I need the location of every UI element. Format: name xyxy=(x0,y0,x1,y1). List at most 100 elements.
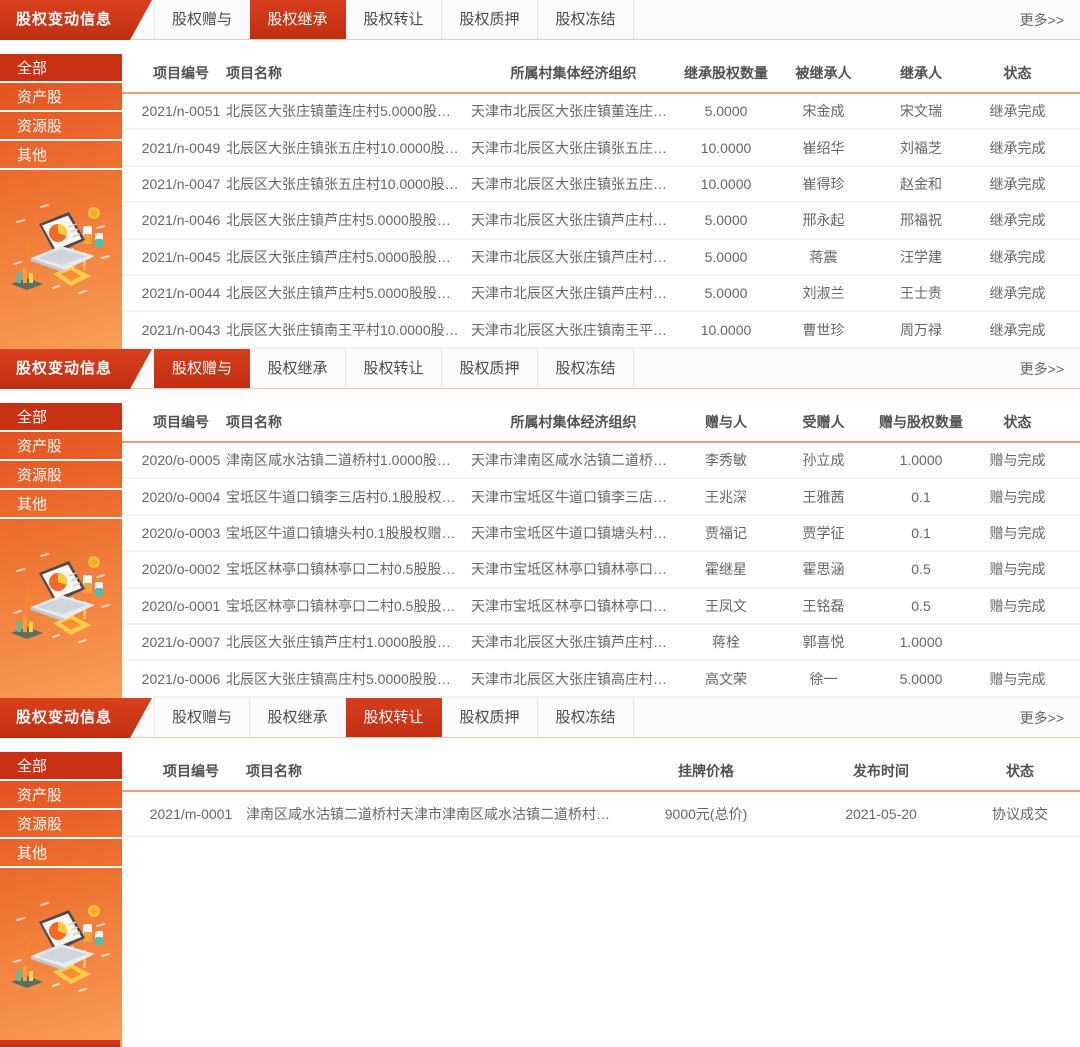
tab-equity-gift[interactable]: 股权赠与 xyxy=(154,0,250,39)
more-link[interactable]: 更多>> xyxy=(1020,698,1080,737)
table-cell: 0.1 xyxy=(871,489,971,505)
table-cell: 孙立成 xyxy=(776,450,871,470)
column-header: 项目编号 xyxy=(136,412,226,432)
table-row[interactable]: 2021/o-0006北辰区大张庄镇高庄村5.0000股股权赠与...天津市北辰… xyxy=(122,661,1080,697)
table-row[interactable]: 2021/n-0045北辰区大张庄镇芦庄村5.0000股股权继承...天津市北辰… xyxy=(122,240,1080,276)
table-cell: 津南区咸水沽镇二道桥村天津市津南区咸水沽镇二道桥村股份经... xyxy=(246,804,626,824)
table-row[interactable]: 2021/n-0043北辰区大张庄镇南王平村10.0000股股权继...天津市北… xyxy=(122,312,1080,348)
section-gap xyxy=(0,738,1080,752)
tab-equity-inherit[interactable]: 股权继承 xyxy=(250,698,346,737)
table-cell: 徐一 xyxy=(776,669,871,689)
sidebar-item-asset-shares[interactable]: 资产股 xyxy=(0,83,122,112)
section-gap xyxy=(0,40,1080,54)
equity-change-section: 股权变动信息 股权赠与股权继承股权转让股权质押股权冻结 更多>> 全部资产股资源… xyxy=(0,0,1080,349)
table-cell: 天津市北辰区大张庄镇张五庄村股... xyxy=(471,174,676,194)
laptop-charts-illustration xyxy=(9,549,113,649)
table-row[interactable]: 2020/o-0005津南区咸水沽镇二道桥村1.0000股股权赠...天津市津南… xyxy=(122,443,1080,479)
sidebar-item-other[interactable]: 其他 xyxy=(0,839,122,868)
tab-equity-pledge[interactable]: 股权质押 xyxy=(442,0,538,39)
tab-list: 股权赠与股权继承股权转让股权质押股权冻结 xyxy=(154,0,634,39)
table-header-row: 项目编号项目名称所属村集体经济组织赠与人受赠人赠与股权数量状态 xyxy=(122,403,1080,443)
sidebar-item-other[interactable]: 其他 xyxy=(0,141,122,170)
sidebar-item-asset-shares[interactable]: 资产股 xyxy=(0,781,122,810)
tab-equity-gift[interactable]: 股权赠与 xyxy=(154,698,250,737)
banner-title: 股权变动信息 xyxy=(16,360,112,377)
table-cell: 1.0000 xyxy=(871,452,971,468)
table-cell: 继承完成 xyxy=(971,138,1064,158)
more-link[interactable]: 更多>> xyxy=(1020,0,1080,39)
table-cell: 津南区咸水沽镇二道桥村1.0000股股权赠... xyxy=(226,450,471,470)
table-row[interactable]: 2021/m-0001津南区咸水沽镇二道桥村天津市津南区咸水沽镇二道桥村股份经.… xyxy=(122,792,1080,837)
category-list: 全部资产股资源股其他 xyxy=(0,54,122,170)
table-cell: 天津市北辰区大张庄镇芦庄村股份... xyxy=(471,210,676,230)
column-header: 项目名称 xyxy=(226,63,471,83)
data-table: 项目编号项目名称所属村集体经济组织继承股权数量被继承人继承人状态 2021/n-… xyxy=(122,54,1080,349)
sidebar-item-all[interactable]: 全部 xyxy=(0,752,122,781)
tab-equity-transfer[interactable]: 股权转让 xyxy=(346,349,442,388)
sidebar-item-all[interactable]: 全部 xyxy=(0,54,122,83)
section-banner: 股权变动信息 xyxy=(0,698,152,738)
table-cell: 蒋栓 xyxy=(676,632,776,652)
page-root: 股权变动信息 股权赠与股权继承股权转让股权质押股权冻结 更多>> 全部资产股资源… xyxy=(0,0,1080,1047)
tab-equity-pledge[interactable]: 股权质押 xyxy=(442,698,538,737)
tab-equity-freeze[interactable]: 股权冻结 xyxy=(538,349,634,388)
table-header-row: 项目编号项目名称所属村集体经济组织继承股权数量被继承人继承人状态 xyxy=(122,54,1080,94)
sidebar-item-asset-shares[interactable]: 资产股 xyxy=(0,432,122,461)
table-cell: 继承完成 xyxy=(971,247,1064,267)
table-row[interactable]: 2021/n-0044北辰区大张庄镇芦庄村5.0000股股权继承...天津市北辰… xyxy=(122,276,1080,312)
table-cell: 天津市宝坻区牛道口镇塘头村股份... xyxy=(471,523,676,543)
tab-equity-transfer[interactable]: 股权转让 xyxy=(346,0,442,39)
table-cell: 宝坻区林亭口镇林亭口二村0.5股股权赠与... xyxy=(226,596,471,616)
column-header: 发布时间 xyxy=(786,761,976,781)
sidebar-item-resource-shares[interactable]: 资源股 xyxy=(0,112,122,141)
table-cell: 宝坻区牛道口镇李三店村0.1股股权赠与项目 xyxy=(226,487,471,507)
column-header: 状态 xyxy=(976,761,1064,781)
table-cell: 王铭磊 xyxy=(776,596,871,616)
tab-equity-transfer[interactable]: 股权转让 xyxy=(346,698,442,737)
table-cell: 0.5 xyxy=(871,561,971,577)
table-cell: 赠与完成 xyxy=(971,450,1064,470)
laptop-charts-illustration xyxy=(9,898,113,998)
table-cell: 贾学征 xyxy=(776,523,871,543)
sidebar-item-other[interactable]: 其他 xyxy=(0,490,122,519)
table-cell: 1.0000 xyxy=(871,634,971,650)
tab-equity-freeze[interactable]: 股权冻结 xyxy=(538,698,634,737)
table-header-row: 项目编号项目名称挂牌价格发布时间状态 xyxy=(122,752,1080,792)
column-header: 受赠人 xyxy=(776,412,871,432)
table-row[interactable]: 2020/o-0004宝坻区牛道口镇李三店村0.1股股权赠与项目天津市宝坻区牛道… xyxy=(122,479,1080,515)
table-cell: 周万禄 xyxy=(871,320,971,340)
table-row[interactable]: 2021/n-0046北辰区大张庄镇芦庄村5.0000股股权继承...天津市北辰… xyxy=(122,203,1080,239)
tab-equity-inherit[interactable]: 股权继承 xyxy=(250,349,346,388)
table-row[interactable]: 2020/o-0001宝坻区林亭口镇林亭口二村0.5股股权赠与...天津市宝坻区… xyxy=(122,589,1080,625)
table-cell: 天津市北辰区大张庄镇董连庄村股... xyxy=(471,101,676,121)
table-row[interactable]: 2020/o-0002宝坻区林亭口镇林亭口二村0.5股股权赠与...天津市宝坻区… xyxy=(122,552,1080,588)
table-row[interactable]: 2020/o-0003宝坻区牛道口镇塘头村0.1股股权赠与项目天津市宝坻区牛道口… xyxy=(122,516,1080,552)
table-cell: 邢永起 xyxy=(776,210,871,230)
table-body: 2021/n-0051北辰区大张庄镇董连庄村5.0000股股权继...天津市北辰… xyxy=(122,94,1080,349)
table-row[interactable]: 2021/n-0049北辰区大张庄镇张五庄村10.0000股股权继...天津市北… xyxy=(122,130,1080,166)
tab-equity-pledge[interactable]: 股权质押 xyxy=(442,349,538,388)
table-body: 2021/m-0001津南区咸水沽镇二道桥村天津市津南区咸水沽镇二道桥村股份经.… xyxy=(122,792,1080,837)
sidebar-item-resource-shares[interactable]: 资源股 xyxy=(0,810,122,839)
sidebar-item-resource-shares[interactable]: 资源股 xyxy=(0,461,122,490)
table-cell: 赠与完成 xyxy=(971,487,1064,507)
sidebar-item-all[interactable]: 全部 xyxy=(0,403,122,432)
section-content: 全部资产股资源股其他 xyxy=(0,752,1080,1047)
tab-equity-freeze[interactable]: 股权冻结 xyxy=(538,0,634,39)
more-link[interactable]: 更多>> xyxy=(1020,349,1080,388)
table-cell: 2021/n-0044 xyxy=(136,285,226,301)
table-cell: 9000元(总价) xyxy=(626,804,786,824)
table-row[interactable]: 2021/o-0007北辰区大张庄镇芦庄村1.0000股股权赠与...天津市北辰… xyxy=(122,625,1080,661)
table-cell: 北辰区大张庄镇南王平村10.0000股股权继... xyxy=(226,320,471,340)
table-cell: 5.0000 xyxy=(871,671,971,687)
equity-change-section: 股权变动信息 股权赠与股权继承股权转让股权质押股权冻结 更多>> 全部资产股资源… xyxy=(0,698,1080,1047)
table-cell: 赠与完成 xyxy=(971,596,1064,616)
table-row[interactable]: 2021/n-0051北辰区大张庄镇董连庄村5.0000股股权继...天津市北辰… xyxy=(122,94,1080,130)
table-cell: 崔得珍 xyxy=(776,174,871,194)
tab-equity-inherit[interactable]: 股权继承 xyxy=(250,0,346,39)
table-cell: 2020/o-0002 xyxy=(136,561,226,577)
table-row[interactable]: 2021/n-0047北辰区大张庄镇张五庄村10.0000股股权继...天津市北… xyxy=(122,167,1080,203)
tab-equity-gift[interactable]: 股权赠与 xyxy=(154,349,250,388)
tab-strip: 股权变动信息 股权赠与股权继承股权转让股权质押股权冻结 更多>> xyxy=(0,0,1080,40)
section-banner: 股权变动信息 xyxy=(0,0,152,40)
